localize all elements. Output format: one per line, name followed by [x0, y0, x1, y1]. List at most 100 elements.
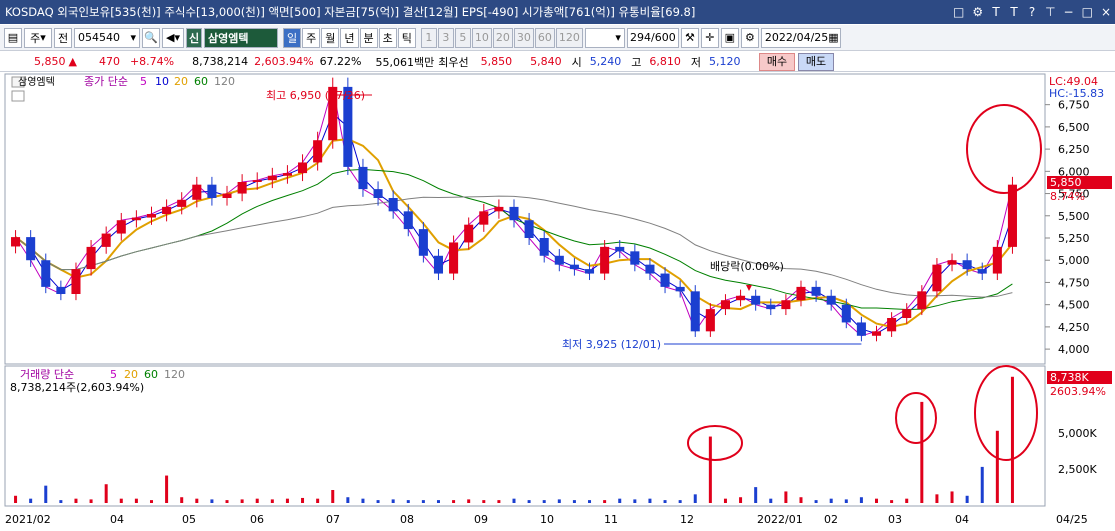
candle-body [554, 255, 564, 265]
volume-bar [225, 500, 229, 503]
close-icon[interactable]: × [1101, 0, 1111, 24]
minute-tab[interactable]: 60 [534, 27, 555, 48]
period-tab[interactable]: 월 [321, 27, 340, 48]
font-icon[interactable]: T [1009, 0, 1019, 24]
sell-button[interactable]: 매도 [798, 53, 834, 71]
candle-body [418, 229, 428, 256]
minute-tab[interactable]: 10 [471, 27, 492, 48]
candle-body [464, 224, 474, 243]
vol-tick-5000: 5,000K [1058, 427, 1097, 440]
volume-bar [59, 500, 63, 503]
speaker-icon[interactable]: ◀▾ [162, 27, 184, 48]
vol-current-tag-text: 8,738K [1050, 371, 1089, 384]
volume-bar [950, 491, 954, 503]
period-tab[interactable]: 분 [359, 27, 378, 48]
low-annotation: 최저 3,925 (12/01) [562, 338, 661, 351]
stock-name-field[interactable]: 삼영엠텍 [204, 27, 278, 48]
crosshair-icon[interactable]: ✛ [700, 27, 719, 48]
turnover-value: 67.22% [319, 55, 362, 68]
candle-body [267, 175, 277, 181]
volume-bar [240, 499, 244, 503]
legend-stock-name: 삼영엠텍 [18, 76, 55, 88]
volume-bar [391, 499, 395, 503]
text-icon[interactable]: T [991, 0, 1001, 24]
volume-bar [829, 498, 833, 503]
period-tab[interactable]: 주 [302, 27, 321, 48]
x-tick-label: 07 [326, 513, 340, 526]
period-tab[interactable]: 일 [283, 27, 302, 48]
period-tab[interactable]: 초 [378, 27, 397, 48]
chart-tools-icon[interactable]: ⚒ [680, 27, 699, 48]
stock-code-input[interactable]: 054540 ▾ [74, 27, 140, 48]
settings-icon[interactable]: ⚙ [740, 27, 759, 48]
candle-body [736, 295, 746, 301]
volume-bar [890, 500, 894, 503]
minute-dropdown[interactable]: ▾ [584, 27, 625, 48]
help-icon[interactable]: ? [1027, 0, 1037, 24]
minute-tab[interactable]: 3 [437, 27, 454, 48]
candle-body [237, 182, 247, 194]
candle-body [630, 251, 640, 265]
high-label: 고 [631, 55, 642, 69]
change-value: 470 [98, 55, 120, 68]
volume-bar [301, 497, 305, 503]
candle-body [811, 286, 821, 296]
count-value: 294/600 [630, 31, 676, 44]
chart-area[interactable]: 6,750 6,500 6,250 6,000 5,750 5,500 5,250 5,000… [0, 73, 1115, 528]
legend-ma10: 10 [155, 75, 169, 88]
volume-bar [663, 500, 667, 503]
minute-tab[interactable]: 1 [420, 27, 437, 48]
minimize-icon[interactable]: − [1064, 0, 1074, 24]
buy-button[interactable]: 매수 [759, 53, 795, 71]
candle-body [690, 291, 700, 332]
volume-bar [285, 498, 289, 503]
current-pct-text: 8.74% [1050, 190, 1085, 203]
volume-bar [497, 500, 501, 503]
candle-body [871, 331, 882, 336]
volume-bar [270, 499, 274, 503]
volume-bar [1010, 376, 1014, 503]
prev-button[interactable]: 전 [54, 27, 72, 48]
candle-body [71, 269, 81, 294]
x-tick-label: 11 [604, 513, 618, 526]
date-field[interactable]: 2022/04/25 ▦ [760, 27, 841, 48]
candle-body [600, 246, 610, 274]
search-icon[interactable]: 🔍 [142, 27, 160, 48]
volume-bar [633, 499, 637, 503]
x-tick-label: 10 [540, 513, 554, 526]
candle-body [358, 166, 368, 190]
stock-chart[interactable]: 6,7506,5006,2506,0005,7505,5005,2505,000… [0, 73, 1115, 528]
volume-bar [89, 499, 93, 503]
volume-bar [920, 401, 924, 503]
volume-bar [739, 497, 743, 503]
period-tab[interactable]: 틱 [397, 27, 416, 48]
date-value: 2022/04/25 [764, 31, 829, 44]
candle-body [947, 260, 957, 265]
minute-tab[interactable]: 20 [492, 27, 513, 48]
legend-ma20: 20 [174, 75, 188, 88]
chart-toggle-icon[interactable] [11, 90, 25, 102]
minute-tab[interactable]: 30 [513, 27, 534, 48]
volume-bar [119, 498, 123, 503]
save-icon[interactable]: ▣ [720, 27, 739, 48]
volume-value: 8,738,214 [192, 55, 249, 68]
legend-ma-label: 종가 단순 [84, 75, 128, 88]
pin-icon[interactable]: ⊤ [1045, 0, 1055, 24]
gear-icon[interactable]: ⚙ [972, 0, 983, 24]
title-text: KOSDAQ 외국인보유[535(천)] 주식수[13,000(천)] 액면[5… [5, 5, 696, 19]
minute-tab[interactable]: 5 [454, 27, 471, 48]
open-label: 시 [571, 55, 582, 69]
count-field[interactable]: 294/600 [626, 27, 679, 48]
code-type-select[interactable]: 주 ▾ [24, 27, 52, 48]
candle-body [479, 211, 489, 225]
list-icon[interactable]: ▤ [4, 27, 22, 48]
period-tab[interactable]: 년 [340, 27, 359, 48]
restore-icon[interactable]: □ [953, 0, 964, 24]
vol-total: 8,738,214주(2,603.94%) [10, 381, 144, 394]
event-annotation: 배당락(0.00%) [710, 260, 784, 273]
maximize-icon[interactable]: □ [1082, 0, 1093, 24]
volume-bar [648, 498, 652, 503]
y-tick-label: 4,750 [1058, 276, 1090, 289]
minute-tab[interactable]: 120 [555, 27, 583, 48]
candle-body [509, 206, 519, 221]
